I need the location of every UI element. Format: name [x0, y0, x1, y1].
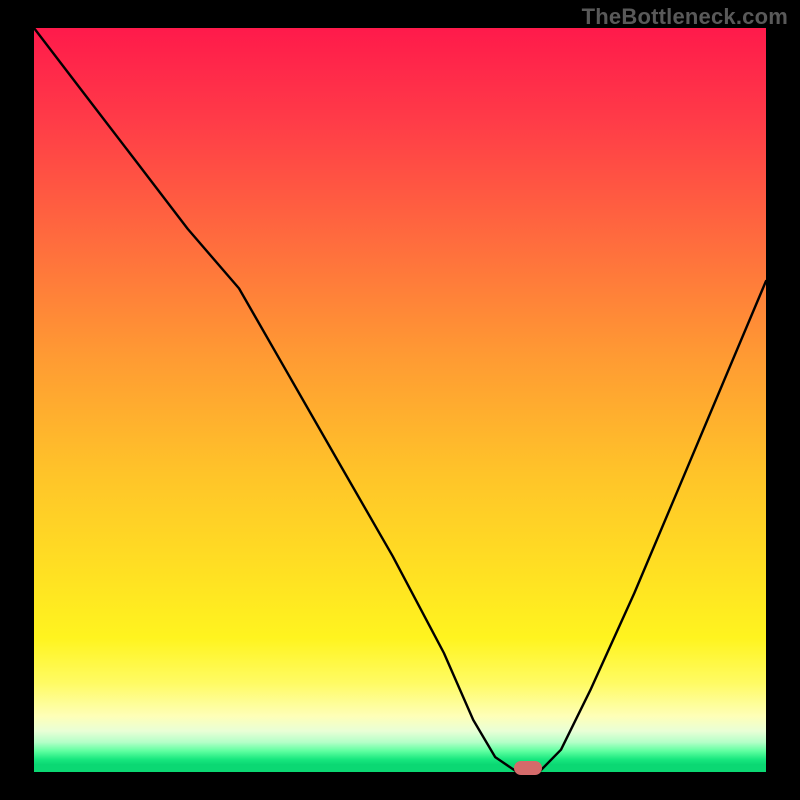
curve-path	[34, 28, 766, 772]
bottleneck-curve	[34, 28, 766, 772]
chart-frame: TheBottleneck.com	[0, 0, 800, 800]
plot-area	[34, 28, 766, 772]
watermark-text: TheBottleneck.com	[582, 4, 788, 30]
optimal-marker	[514, 761, 542, 775]
